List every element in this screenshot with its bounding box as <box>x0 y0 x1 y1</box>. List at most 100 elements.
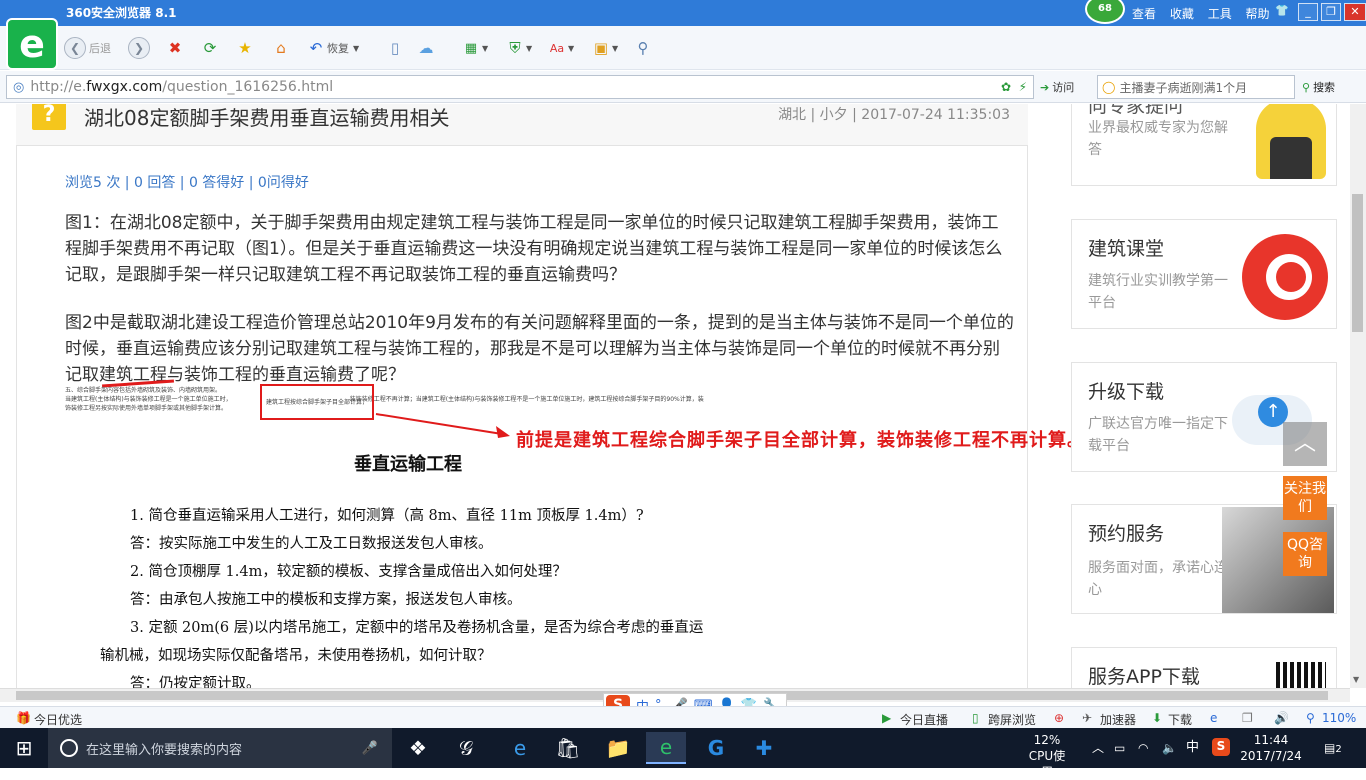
start-button[interactable]: ⊞ <box>0 728 48 768</box>
apps-button[interactable]: ▦ ▼ <box>460 35 488 61</box>
today-live-link[interactable]: 今日直播 <box>900 711 948 728</box>
ime-indicator[interactable]: 中 <box>1186 740 1199 756</box>
file-explorer-icon[interactable]: 📁 <box>598 732 638 764</box>
menu-tools[interactable]: 工具 <box>1208 7 1232 21</box>
security-score-badge[interactable]: 68 <box>1085 0 1125 24</box>
maximize-button[interactable]: ❐ <box>1321 3 1341 21</box>
back-button[interactable]: ❮ 后退 <box>64 35 111 61</box>
course-title: 建筑课堂 <box>1088 238 1165 260</box>
live-icon: ▶ <box>882 711 892 725</box>
page-viewport: ? 湖北08定额脚手架费用垂直运输费用相关 湖北 | 小夕 | 2017-07-… <box>0 104 1366 688</box>
shield-button[interactable]: ⛨ ▼ <box>504 35 532 61</box>
undo-icon: ↶ <box>309 39 323 57</box>
forward-button[interactable]: ❯ <box>128 35 150 61</box>
speedup-icon[interactable]: ✿ <box>1001 80 1011 94</box>
url-field[interactable]: ◎ http://e.fwxgx.com/question_1616256.ht… <box>6 75 1034 99</box>
zoom-icon: ⚲ <box>1306 711 1315 725</box>
question-mark-icon: ? <box>32 104 66 130</box>
stop-button[interactable]: ✖ <box>164 35 186 61</box>
skin-icon[interactable]: 👕 <box>1272 3 1292 21</box>
cross-screen-link[interactable]: 跨屏浏览 <box>988 711 1036 728</box>
wifi-icon[interactable]: ◠ <box>1138 740 1148 756</box>
window-icon[interactable]: ❐ <box>1242 711 1253 725</box>
g-app-icon[interactable]: G <box>696 732 736 764</box>
device-button[interactable]: ▯ <box>384 35 406 61</box>
download-arrow-icon: ⬇ <box>1152 711 1163 725</box>
store-icon[interactable]: 🛍 <box>548 732 588 764</box>
app-title: 服务APP下载 <box>1088 666 1200 688</box>
annotation-arrow <box>375 413 510 438</box>
go-button[interactable]: ➔ 访问 <box>1040 79 1074 95</box>
grid-icon: ▦ <box>464 40 478 56</box>
close-button[interactable]: ✕ <box>1344 3 1366 21</box>
volume-icon[interactable]: 🔊 <box>1274 711 1289 725</box>
clock[interactable]: 11:44 2017/7/24 <box>1238 732 1304 764</box>
scroll-thumb[interactable] <box>1352 194 1363 332</box>
taskbar-search[interactable]: 在这里输入你要搜索的内容 🎤 <box>48 728 392 768</box>
translate-button[interactable]: Aa ▼ <box>546 35 574 61</box>
favorite-button[interactable]: ★ <box>234 35 256 61</box>
back-arrow-icon: ❮ <box>64 37 86 59</box>
lightning-icon[interactable]: ⚡ <box>1019 80 1027 94</box>
follow-us-button[interactable]: 关注我们 <box>1283 476 1327 520</box>
windows-logo-icon: ⊞ <box>15 736 33 760</box>
question-header: ? 湖北08定额脚手架费用垂直运输费用相关 湖北 | 小夕 | 2017-07-… <box>16 104 1028 146</box>
doc-a1: 答：按实际施工中发生的人工及工日数报送发包人审核。 <box>130 536 493 552</box>
tray-chevron-icon[interactable]: ︿ <box>1092 740 1104 756</box>
search-field[interactable]: ◯ <box>1097 75 1295 99</box>
microphone-icon[interactable]: 🎤 <box>362 741 378 756</box>
app-card[interactable]: 服务APP下载 <box>1071 647 1337 688</box>
cloud-button[interactable]: ☁ <box>415 35 437 61</box>
phone-icon: ▯ <box>390 39 400 57</box>
screenshot-button[interactable]: ▣ ▼ <box>590 35 618 61</box>
battery-icon[interactable]: ▭ <box>1114 740 1125 756</box>
find-button[interactable]: ⚲ <box>632 35 654 61</box>
scroll-down-icon[interactable]: ▼ <box>1353 675 1359 684</box>
vertical-scrollbar[interactable]: ▼ <box>1350 104 1366 688</box>
course-card[interactable]: 建筑课堂 建筑行业实训教学第一平台 <box>1071 219 1337 329</box>
expert-mascot-icon <box>1256 104 1326 179</box>
accelerator-link[interactable]: 加速器 <box>1100 711 1136 728</box>
ask-expert-card[interactable]: 向专家提问 业界最权威专家为您解答 <box>1071 104 1337 186</box>
ie-icon[interactable]: e <box>1210 711 1217 725</box>
search-button[interactable]: ⚲ 搜索 <box>1302 79 1335 95</box>
360-browser-taskbar-icon[interactable]: e <box>646 732 686 764</box>
menu-view[interactable]: 查看 <box>1132 7 1156 21</box>
highlight-box: 建筑工程按综合脚手架子目全部计算， <box>260 384 374 420</box>
qq-consult-button[interactable]: QQ咨询 <box>1283 532 1327 576</box>
plugin-icon[interactable]: ⊕ <box>1054 711 1064 725</box>
minimize-button[interactable]: _ <box>1298 3 1318 21</box>
sogou-tray-icon[interactable]: S <box>1212 738 1230 756</box>
zoom-level[interactable]: 110% <box>1322 711 1356 725</box>
home-button[interactable]: ⌂ <box>270 35 292 61</box>
doc-q2: 2. 简仓顶棚厚 1.4m，较定额的模板、支撑含量成倍出入如何处理？ <box>130 564 567 580</box>
menu-favorites[interactable]: 收藏 <box>1170 7 1194 21</box>
question-title: 湖北08定额脚手架费用垂直运输费用相关 <box>84 106 450 130</box>
screenshot-icon: ▣ <box>593 39 609 57</box>
doc-q3a: 3. 定额 20m(6 层)以内塔吊施工，定额中的塔吊及卷扬机含量，是否为综合考… <box>130 620 704 636</box>
back-to-top-button[interactable]: ︿ <box>1283 422 1327 466</box>
search-engine-icon[interactable]: ◯ <box>1102 80 1115 94</box>
browser-logo[interactable]: e <box>6 18 58 70</box>
doc-line-2b: 装饰装修工程不再计算；当建筑工程(主体结构)与装饰装修工程不是一个施工单位施工时… <box>349 396 704 403</box>
swirl-app-icon[interactable]: 𝒢 <box>446 732 486 764</box>
task-view-icon[interactable]: ❖ <box>398 732 438 764</box>
chevron-down-icon: ▼ <box>353 43 360 53</box>
windows-taskbar: ⊞ 在这里输入你要搜索的内容 🎤 ❖ 𝒢 e 🛍 📁 e G ✚ 12% CPU… <box>0 728 1366 779</box>
refresh-button[interactable]: ⟳ <box>199 35 221 61</box>
restore-button[interactable]: ↶ 恢复 ▼ <box>305 35 359 61</box>
ask-expert-title: 向专家提问 <box>1088 104 1184 117</box>
cross-app-icon[interactable]: ✚ <box>744 732 784 764</box>
cpu-label: CPU使用 <box>1028 749 1066 779</box>
menu-help[interactable]: 帮助 <box>1246 7 1270 21</box>
download-link[interactable]: 下载 <box>1168 711 1192 728</box>
edge-icon[interactable]: e <box>500 732 540 764</box>
speaker-icon[interactable]: 🔈 <box>1162 740 1177 756</box>
forward-arrow-icon: ❯ <box>128 37 150 59</box>
service-title: 预约服务 <box>1088 523 1165 545</box>
cpu-meter[interactable]: 12% CPU使用 <box>1024 732 1070 780</box>
today-picks-link[interactable]: 今日优选 <box>34 711 82 728</box>
address-bar: ◎ http://e.fwxgx.com/question_1616256.ht… <box>0 71 1366 103</box>
notification-icon[interactable]: ▤2 <box>1324 740 1342 758</box>
search-input[interactable] <box>1119 80 1290 94</box>
